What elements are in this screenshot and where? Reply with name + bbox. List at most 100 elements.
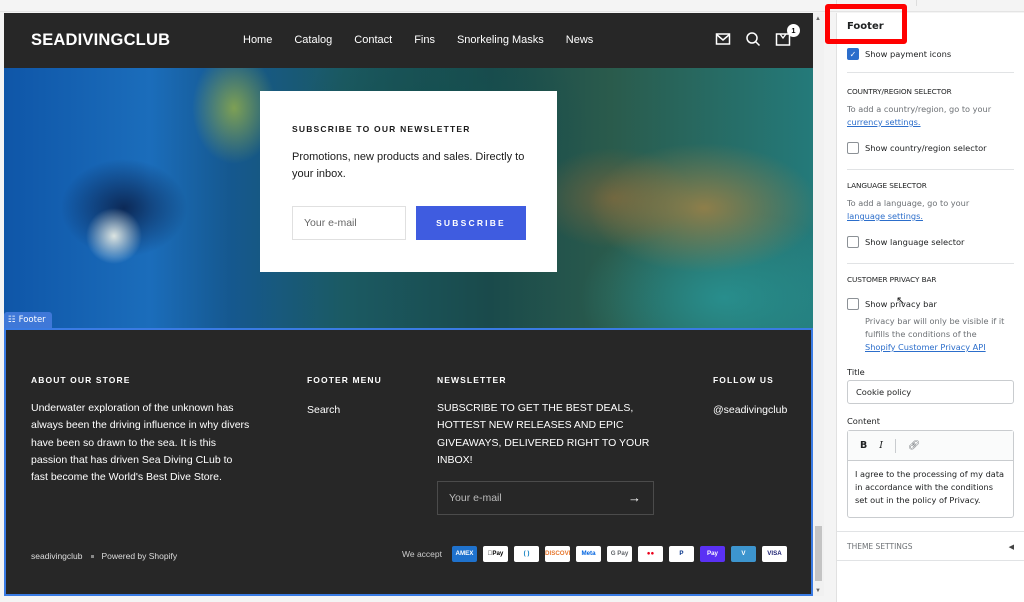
- powered-by[interactable]: Powered by Shopify: [102, 551, 178, 561]
- footer-newsletter: NEWSLETTER SUBSCRIBE TO GET THE BEST DEA…: [437, 375, 657, 516]
- payment-icon-mastercard: ●●: [638, 546, 663, 562]
- toolbar-separator: [895, 438, 897, 453]
- hero-image: SUBSCRIBE TO OUR NEWSLETTER Promotions, …: [4, 68, 813, 328]
- content-field-label: Content: [847, 416, 880, 426]
- main-nav: Home Catalog Contact Fins Snorkeling Mas…: [243, 34, 615, 46]
- country-help: To add a country/region, go to your curr…: [847, 103, 1022, 129]
- scrollbar-thumb[interactable]: [815, 526, 822, 581]
- scroll-up-icon[interactable]: ▲: [815, 16, 821, 22]
- payment-icon-diners-club: ( ): [514, 546, 539, 562]
- mouse-cursor-icon: ↖: [896, 295, 906, 307]
- link-icon[interactable]: 🔗︎: [908, 440, 920, 451]
- store-header: SEADIVINGCLUB Home Catalog Contact Fins …: [4, 13, 813, 68]
- divider: [847, 169, 1014, 170]
- country-help-text: To add a country/region, go to your: [847, 104, 992, 114]
- arrow-right-icon[interactable]: →: [628, 482, 641, 514]
- divider: [847, 263, 1014, 264]
- footer-menu-heading: FOOTER MENU: [307, 375, 382, 385]
- separator-dot: [90, 554, 94, 558]
- nav-news[interactable]: News: [566, 34, 594, 46]
- nav-home[interactable]: Home: [243, 34, 272, 46]
- language-help-text: To add a language, go to your: [847, 198, 970, 208]
- checkbox-label: Show language selector: [865, 237, 965, 247]
- payment-icon-visa: VISA: [762, 546, 787, 562]
- nav-catalog[interactable]: Catalog: [294, 34, 332, 46]
- currency-settings-link[interactable]: currency settings.: [847, 117, 921, 127]
- subscribe-button[interactable]: SUBSCRIBE: [416, 206, 526, 240]
- checkbox-box[interactable]: [847, 236, 859, 248]
- bold-button[interactable]: B: [860, 440, 867, 451]
- copyright[interactable]: seadivingclub: [31, 551, 83, 561]
- footer-newsletter-text: SUBSCRIBE TO GET THE BEST DEALS, HOTTEST…: [437, 402, 650, 466]
- footer-menu: FOOTER MENU Search: [307, 375, 382, 418]
- footer-about: ABOUT OUR STORE Underwater exploration o…: [31, 375, 251, 486]
- country-heading: COUNTRY/REGION SELECTOR: [847, 87, 952, 96]
- footer-section[interactable]: ABOUT OUR STORE Underwater exploration o…: [4, 328, 813, 596]
- checkbox-label: Show country/region selector: [865, 143, 987, 153]
- preview-scrollbar[interactable]: ▲ ▼: [813, 13, 824, 596]
- privacy-heading: CUSTOMER PRIVACY BAR: [847, 275, 937, 284]
- about-heading: ABOUT OUR STORE: [31, 375, 131, 385]
- toolbar-divider: [916, 0, 917, 6]
- checkmark-icon[interactable]: ✓: [847, 48, 859, 60]
- payment-icon-discover: DISCOVER: [545, 546, 570, 562]
- search-icon[interactable]: [745, 31, 761, 47]
- checkbox-box[interactable]: [847, 298, 859, 310]
- language-heading: LANGUAGE SELECTOR: [847, 181, 927, 190]
- footer-email-placeholder: Your e-mail: [449, 492, 502, 505]
- section-icon: ☷: [8, 315, 16, 325]
- footer-link-search[interactable]: Search: [307, 404, 340, 416]
- title-input[interactable]: Cookie policy: [847, 380, 1014, 404]
- payment-icon-shop-pay: Pay: [700, 546, 725, 562]
- show-payment-icons-checkbox[interactable]: ✓ Show payment icons: [847, 48, 951, 60]
- theme-settings-toggle[interactable]: THEME SETTINGS ◀: [837, 531, 1024, 561]
- nav-fins[interactable]: Fins: [414, 34, 435, 46]
- we-accept-label: We accept: [401, 549, 442, 559]
- privacy-api-link[interactable]: Shopify Customer Privacy API: [865, 342, 986, 352]
- language-settings-link[interactable]: language settings.: [847, 211, 923, 221]
- show-privacy-bar-checkbox[interactable]: Show privacy bar: [847, 298, 937, 310]
- language-help: To add a language, go to your language s…: [847, 197, 1022, 223]
- divider: [847, 72, 1014, 73]
- payment-icon-apple-pay: Pay: [483, 546, 508, 562]
- content-text[interactable]: I agree to the processing of my data in …: [848, 461, 1013, 514]
- content-editor[interactable]: B I 🔗︎ I agree to the processing of my d…: [847, 430, 1014, 518]
- checkbox-box[interactable]: [847, 142, 859, 154]
- highlight-box: [825, 4, 907, 44]
- about-text: Underwater exploration of the unknown ha…: [31, 402, 250, 484]
- theme-settings-label: THEME SETTINGS: [847, 542, 913, 551]
- scroll-down-icon[interactable]: ▼: [815, 588, 821, 594]
- payment-icon-paypal: P: [669, 546, 694, 562]
- italic-button[interactable]: I: [879, 440, 883, 451]
- nav-contact[interactable]: Contact: [354, 34, 392, 46]
- cart-count-badge: 1: [787, 24, 800, 37]
- store-logo[interactable]: SEADIVINGCLUB: [31, 31, 170, 50]
- newsletter-card: SUBSCRIBE TO OUR NEWSLETTER Promotions, …: [260, 91, 557, 272]
- newsletter-email-input[interactable]: Your e-mail: [292, 206, 406, 240]
- cart-icon[interactable]: 1: [775, 24, 800, 47]
- payment-icon-google-pay: G Pay: [607, 546, 632, 562]
- follow-heading: FOLLOW US: [713, 375, 774, 385]
- mail-icon[interactable]: [715, 31, 731, 47]
- header-icons: 1: [715, 24, 800, 47]
- footer-section-tag[interactable]: ☷ Footer: [4, 312, 52, 328]
- payment-icons: We accept AMEX Pay ( ) DISCOVER Meta G Pay ●●…: [402, 546, 787, 562]
- footer-email-input[interactable]: Your e-mail →: [437, 481, 654, 516]
- settings-sidebar: Footer ✓ Show payment icons COUNTRY/REGI…: [837, 13, 1024, 602]
- newsletter-description: Promotions, new products and sales. Dire…: [292, 151, 525, 180]
- caret-left-icon: ◀: [1008, 543, 1014, 551]
- store-preview: SEADIVINGCLUB Home Catalog Contact Fins …: [4, 13, 813, 596]
- privacy-help: Privacy bar will only be visible if it f…: [865, 315, 1017, 354]
- nav-snorkeling-masks[interactable]: Snorkeling Masks: [457, 34, 544, 46]
- payment-icon-american-express: AMEX: [452, 546, 477, 562]
- show-country-selector-checkbox[interactable]: Show country/region selector: [847, 142, 987, 154]
- social-handle[interactable]: @seadivingclub: [713, 404, 787, 416]
- show-language-selector-checkbox[interactable]: Show language selector: [847, 236, 964, 248]
- footer-newsletter-heading: NEWSLETTER: [437, 375, 507, 385]
- title-field-label: Title: [847, 367, 865, 377]
- payment-icon-venmo: V: [731, 546, 756, 562]
- footer-follow: FOLLOW US @seadivingclub: [713, 375, 787, 418]
- section-tag-label: Footer: [18, 315, 46, 325]
- newsletter-title: SUBSCRIBE TO OUR NEWSLETTER: [292, 124, 471, 134]
- checkbox-label: Show payment icons: [865, 49, 952, 59]
